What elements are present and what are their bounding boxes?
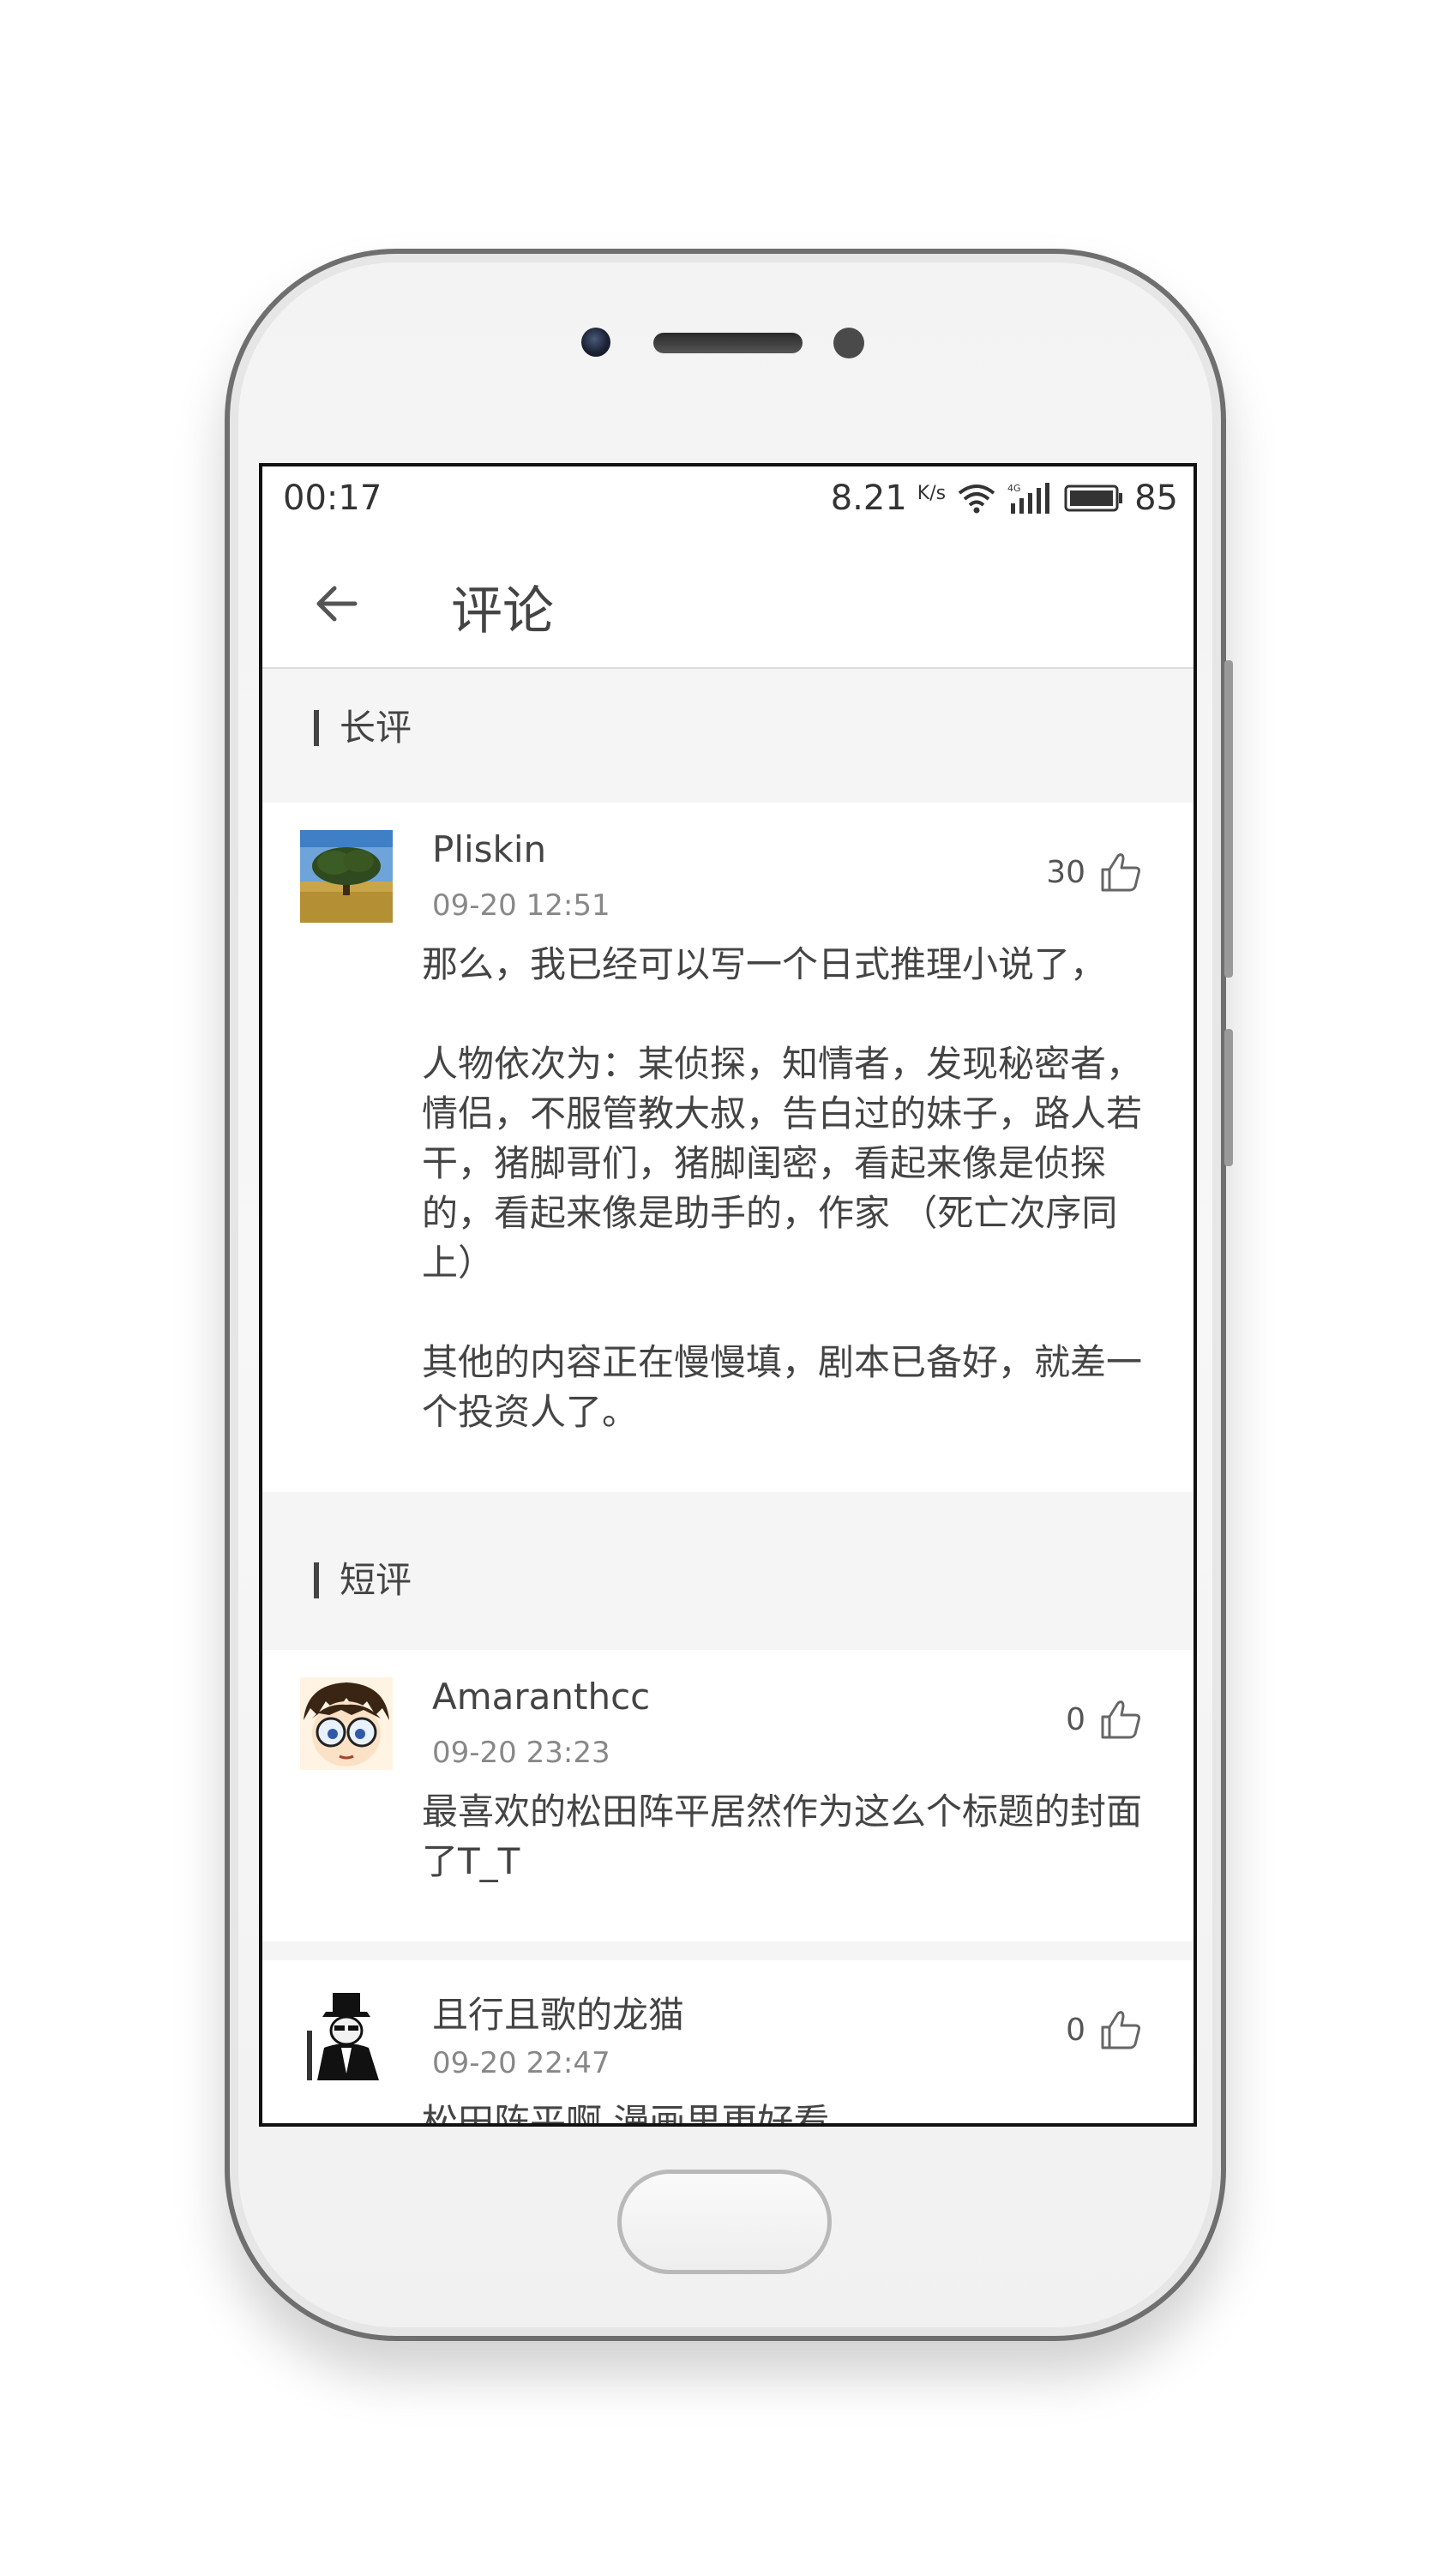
- section-header-short: 短评: [262, 1492, 1193, 1676]
- comment-item: Pliskin 09-20 12:51 30 那么，我已经可以写一个日式推理小说…: [262, 803, 1193, 1492]
- comment-author[interactable]: Pliskin: [432, 828, 546, 870]
- thumbs-up-icon: [1101, 2011, 1140, 2049]
- signal-4g-icon: 4G: [1007, 483, 1050, 514]
- thumbs-up-icon: [1101, 1700, 1140, 1739]
- like-button[interactable]: 0: [1066, 1696, 1144, 1742]
- like-count: 0: [1066, 1701, 1085, 1737]
- screen: 00:17 8.21 K/s 4G 85 评论 长评 Pliskin 09-20…: [259, 463, 1197, 2127]
- battery-level: 85: [1134, 478, 1178, 518]
- earpiece-speaker: [653, 333, 803, 353]
- section-header-long: 长评: [262, 669, 1193, 803]
- status-indicators: 8.21 K/s 4G 85: [831, 478, 1178, 518]
- battery-icon: [1064, 485, 1123, 512]
- section-title-long: 长评: [314, 710, 412, 746]
- toolbar: 评论: [262, 539, 1193, 669]
- comment-time: 09-20 12:51: [432, 888, 610, 923]
- section-title-short: 短评: [314, 1562, 412, 1598]
- net-speed: 8.21: [830, 478, 907, 518]
- wifi-icon: [958, 485, 995, 514]
- home-button[interactable]: [617, 2170, 832, 2274]
- net-speed-unit: K/s: [917, 482, 947, 504]
- front-camera: [581, 328, 610, 357]
- like-button[interactable]: 30: [1046, 849, 1144, 895]
- like-count: 30: [1046, 854, 1085, 890]
- status-time: 00:17: [283, 478, 382, 518]
- status-bar: 00:17 8.21 K/s 4G 85: [262, 466, 1193, 539]
- comment-body: 松田阵平啊 漫画里更好看: [422, 2101, 830, 2127]
- comment-body: 那么，我已经可以写一个日式推理小说了， 人物依次为：某侦探，知情者，发现秘密者，…: [422, 943, 1143, 1433]
- comment-time: 09-20 23:23: [432, 1736, 610, 1770]
- like-count: 0: [1066, 2012, 1085, 2048]
- comment-time: 09-20 22:47: [432, 2046, 610, 2080]
- comment-item: Amaranthcc 09-20 23:23 0 最喜欢的松田阵平居然作为这么个…: [262, 1650, 1193, 1941]
- arrow-left-icon[interactable]: [310, 576, 365, 631]
- anime-avatar-image: [300, 1677, 393, 1770]
- svg-text:4G: 4G: [1007, 483, 1021, 494]
- comment-body: 最喜欢的松田阵平居然作为这么个标题的封面了T_T: [422, 1791, 1143, 1882]
- page-title: 评论: [451, 581, 554, 641]
- avatar[interactable]: [300, 1677, 393, 1770]
- power-button: [1224, 1029, 1233, 1166]
- tree-avatar-image: [300, 830, 393, 923]
- thumbs-up-icon: [1101, 853, 1140, 892]
- card-divider: [262, 1941, 1193, 1960]
- comment-author[interactable]: 且行且歌的龙猫: [432, 1986, 684, 2038]
- volume-button: [1224, 660, 1233, 978]
- avatar[interactable]: [300, 1988, 393, 2080]
- comic-avatar-image: [300, 1988, 393, 2080]
- proximity-sensor: [833, 328, 864, 358]
- comment-author[interactable]: Amaranthcc: [432, 1676, 650, 1718]
- like-button[interactable]: 0: [1066, 2007, 1144, 2053]
- avatar[interactable]: [300, 830, 393, 923]
- comment-item: 且行且歌的龙猫 09-20 22:47 0 松田阵平啊 漫画里更好看: [262, 1960, 1193, 2127]
